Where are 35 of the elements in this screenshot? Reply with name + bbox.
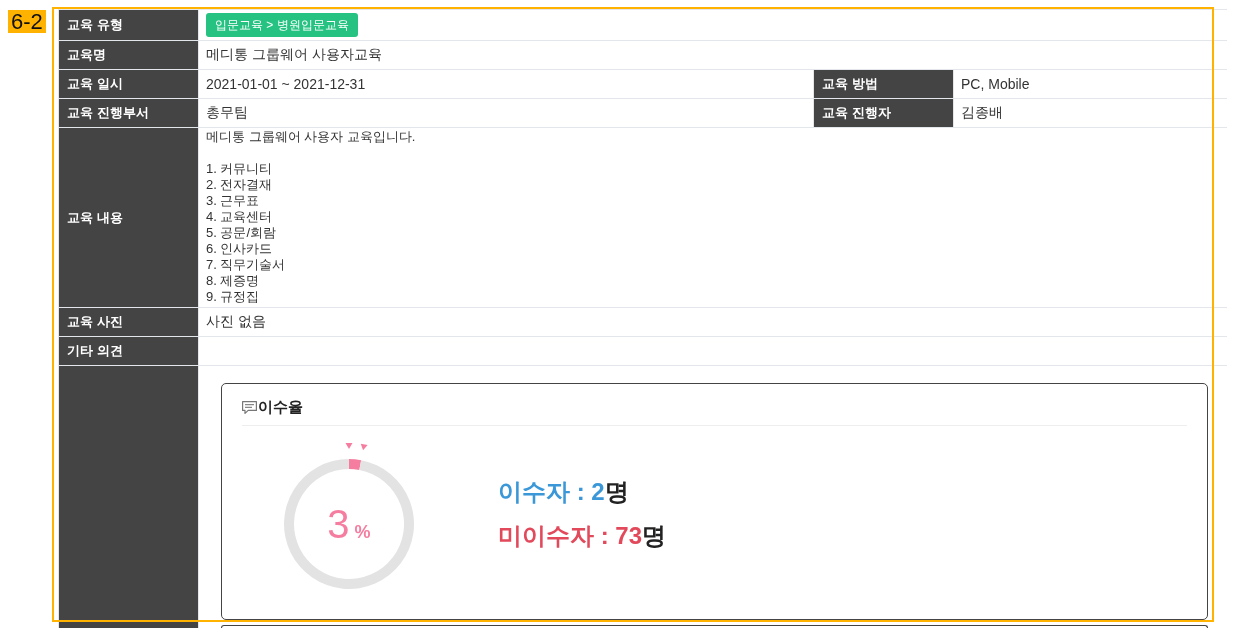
row-header: 교육 일시 xyxy=(59,70,198,98)
list-item-text: 3. 근무표 xyxy=(206,193,260,209)
field-value: 총무팀 xyxy=(206,104,248,122)
field-value: 김종배 xyxy=(961,104,1003,122)
field-value: 사진 없음 xyxy=(206,313,266,331)
list-item-text: 6. 인사카드 xyxy=(206,241,273,257)
row-header: 교육 내용 xyxy=(59,128,198,307)
count-summary: 미이수자 : 73명 xyxy=(498,521,667,551)
row-header: 교육 유형 xyxy=(59,10,198,40)
list-item-text: 8. 제증명 xyxy=(206,273,260,289)
count-summary: 이수자 : 2명 xyxy=(498,477,629,507)
list-item-text: 7. 직무기술서 xyxy=(206,257,286,273)
list-item-text: 5. 공문/회람 xyxy=(206,225,277,241)
list-item-text: 2. 전자결재 xyxy=(206,177,273,193)
row-header: 교육 방법 xyxy=(814,70,953,98)
row-header: 교육 진행부서 xyxy=(59,99,198,127)
speech-bubble-icon xyxy=(242,400,257,414)
category-badge: 입문교육 > 병원입문교육 xyxy=(206,13,358,37)
list-item-text: 1. 커뮤니티 xyxy=(206,161,273,177)
description-text: 메디통 그룹웨어 사용자 교육입니다. xyxy=(206,129,416,145)
row-header: 교육명 xyxy=(59,41,198,69)
row-header: 교육 사진 xyxy=(59,308,198,336)
row-header: 기타 의견 xyxy=(59,337,198,365)
field-value: PC, Mobile xyxy=(961,76,1030,92)
step-label: 6-2 xyxy=(8,10,46,33)
list-item-text: 9. 규정집 xyxy=(206,289,260,305)
field-value: 2021-01-01 ~ 2021-12-31 xyxy=(206,76,366,92)
completed-slice xyxy=(349,459,362,470)
card-title: 이수율 xyxy=(258,397,303,417)
row-header: 교육 진행자 xyxy=(814,99,953,127)
marker-icon xyxy=(345,443,353,449)
marker-icon xyxy=(360,443,368,451)
percent-label: 3% xyxy=(327,504,371,544)
list-item-text: 4. 교육센터 xyxy=(206,209,273,225)
field-value: 메디통 그룹웨어 사용자교육 xyxy=(206,46,382,64)
